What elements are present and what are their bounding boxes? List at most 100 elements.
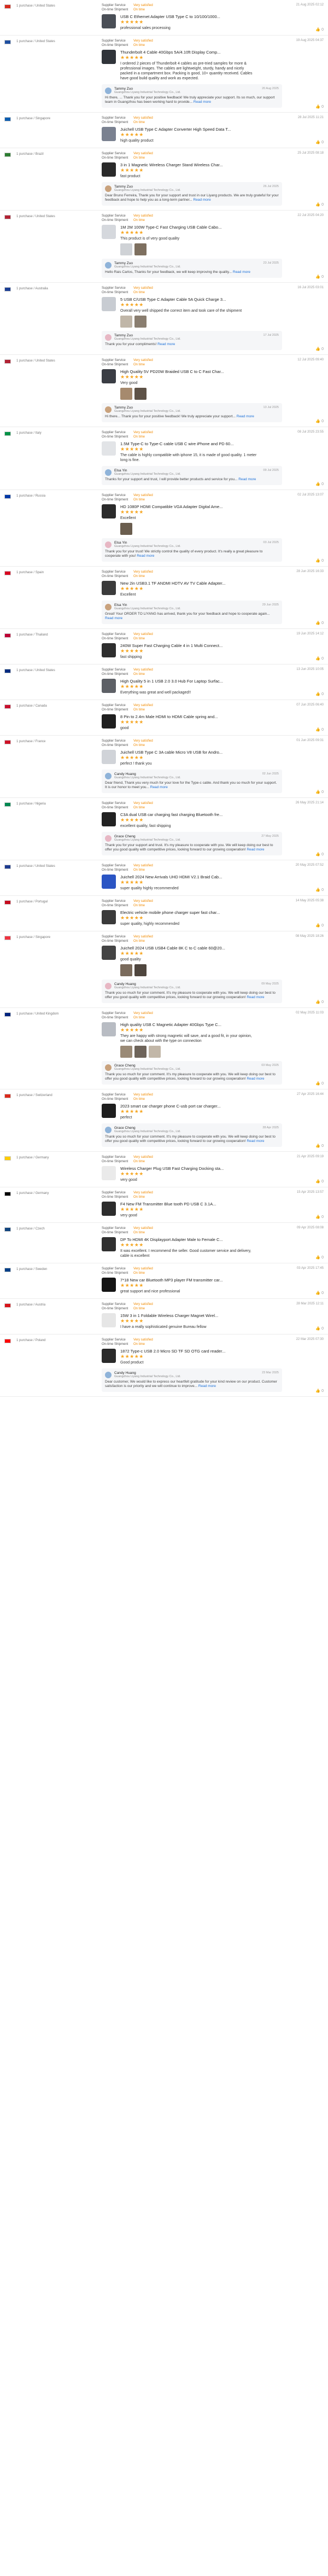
thumbs-up-icon[interactable]: 👍	[315, 1144, 321, 1148]
product-thumbnail[interactable]	[102, 50, 116, 64]
product-title-link[interactable]: High Quality 5 in 1 USB 2.0 3.0 Hub For …	[120, 679, 246, 684]
product-title-link[interactable]: High Quality 5V PD20W Braided USB C to C…	[120, 369, 246, 374]
product-thumbnail[interactable]	[102, 441, 116, 456]
product-thumbnail[interactable]	[102, 750, 116, 764]
helpful-count[interactable]: 👍 0	[315, 727, 324, 732]
thumbs-up-icon[interactable]: 👍	[315, 1180, 321, 1184]
thumbs-up-icon[interactable]: 👍	[315, 1082, 321, 1086]
review-photo[interactable]	[120, 316, 132, 328]
helpful-count[interactable]: 👍 0	[315, 419, 324, 423]
helpful-count[interactable]: 👍 0	[315, 852, 324, 856]
product-thumbnail[interactable]	[102, 1166, 116, 1180]
product-thumbnail[interactable]	[102, 14, 116, 28]
thumbs-up-icon[interactable]: 👍	[315, 105, 321, 109]
review-photo[interactable]	[120, 388, 132, 400]
thumbs-up-icon[interactable]: 👍	[315, 1389, 321, 1393]
read-more-link[interactable]: Read more	[194, 198, 211, 202]
product-title-link[interactable]: 5 USB C/USB Type C Adapter Cable 5A Quic…	[120, 297, 246, 302]
product-title-link[interactable]: 2023 smart car charger phone C-usb port …	[120, 1104, 246, 1109]
helpful-count[interactable]: 👍 0	[315, 1255, 324, 1260]
review-photo[interactable]	[120, 964, 132, 976]
product-thumbnail[interactable]	[102, 127, 116, 141]
thumbs-up-icon[interactable]: 👍	[315, 482, 321, 486]
thumbs-up-icon[interactable]: 👍	[315, 692, 321, 696]
product-thumbnail[interactable]	[102, 812, 116, 826]
helpful-count[interactable]: 👍 0	[315, 1081, 324, 1086]
product-title-link[interactable]: C3A dual USB car charging fast charging …	[120, 812, 246, 817]
helpful-count[interactable]: 👍 0	[315, 1215, 324, 1219]
product-title-link[interactable]: Juichell USB Type C Adapter Converter Hi…	[120, 127, 246, 132]
review-photo[interactable]	[134, 1046, 147, 1058]
product-title-link[interactable]: Electric vehicle mobile phone charger su…	[120, 910, 246, 915]
helpful-count[interactable]: 👍 0	[315, 1389, 324, 1393]
review-photo[interactable]	[134, 316, 147, 328]
read-more-link[interactable]: Read more	[194, 100, 211, 104]
thumbs-up-icon[interactable]: 👍	[315, 1215, 321, 1219]
read-more-link[interactable]: Read more	[247, 1139, 264, 1143]
product-title-link[interactable]: 7*18 New car Bluetooth MP3 player FM tra…	[120, 1278, 246, 1283]
thumbs-up-icon[interactable]: 👍	[315, 1256, 321, 1260]
helpful-count[interactable]: 👍 0	[315, 1326, 324, 1331]
product-thumbnail[interactable]	[102, 875, 116, 889]
helpful-count[interactable]: 👍 0	[315, 104, 324, 109]
helpful-count[interactable]: 👍 0	[315, 656, 324, 661]
product-title-link[interactable]: High quality USB C Magnetic Adapter 40Gb…	[120, 1022, 246, 1027]
read-more-link[interactable]: Read more	[233, 270, 250, 274]
helpful-count[interactable]: 👍 0	[315, 692, 324, 696]
read-more-link[interactable]: Read more	[237, 415, 254, 418]
helpful-count[interactable]: 👍 0	[315, 1144, 324, 1148]
thumbs-up-icon[interactable]: 👍	[315, 888, 321, 892]
product-title-link[interactable]: 8 Pin to 2.4m Male HDMI to HDMI Cable sp…	[120, 714, 246, 719]
thumbs-up-icon[interactable]: 👍	[315, 419, 321, 423]
product-title-link[interactable]: Thunderbolt 4 Cable 40Gbps 5A/4.10ft Dis…	[120, 50, 246, 55]
product-thumbnail[interactable]	[102, 1278, 116, 1292]
review-photo[interactable]	[120, 523, 132, 535]
helpful-count[interactable]: 👍 0	[315, 558, 324, 563]
product-title-link[interactable]: 15W 3 in 1 Foldable Wireless Charger Mag…	[120, 1313, 246, 1318]
thumbs-up-icon[interactable]: 👍	[315, 728, 321, 732]
thumbs-up-icon[interactable]: 👍	[315, 559, 321, 563]
product-title-link[interactable]: Juichell 2024 New Arrivals UHD HDMI V2.1…	[120, 875, 246, 879]
helpful-count[interactable]: 👍 0	[315, 790, 324, 794]
helpful-count[interactable]: 👍 0	[315, 347, 324, 351]
product-thumbnail[interactable]	[102, 504, 116, 518]
review-photo[interactable]	[149, 1046, 161, 1058]
product-thumbnail[interactable]	[102, 910, 116, 924]
product-thumbnail[interactable]	[102, 369, 116, 383]
thumbs-up-icon[interactable]: 👍	[315, 1000, 321, 1004]
product-thumbnail[interactable]	[102, 162, 116, 177]
thumbs-up-icon[interactable]: 👍	[315, 853, 321, 856]
product-thumbnail[interactable]	[102, 714, 116, 728]
thumbs-up-icon[interactable]: 👍	[315, 141, 321, 144]
thumbs-up-icon[interactable]: 👍	[315, 28, 321, 32]
product-thumbnail[interactable]	[102, 1349, 116, 1363]
product-title-link[interactable]: F4 New FM Transmitter Blue tooth PD USB …	[120, 1202, 246, 1207]
product-title-link[interactable]: USB C Ethernet Adapter USB Type C to 10/…	[120, 14, 246, 19]
review-photo[interactable]	[134, 388, 147, 400]
product-thumbnail[interactable]	[102, 297, 116, 311]
product-thumbnail[interactable]	[102, 1104, 116, 1118]
helpful-count[interactable]: 👍 0	[315, 27, 324, 32]
product-title-link[interactable]: New 2in USB3.1 TF ANDMI HDTV AV TV Cable…	[120, 581, 246, 586]
helpful-count[interactable]: 👍 0	[315, 1291, 324, 1295]
product-thumbnail[interactable]	[102, 1237, 116, 1251]
product-thumbnail[interactable]	[102, 225, 116, 239]
read-more-link[interactable]: Read more	[247, 848, 264, 852]
read-more-link[interactable]: Read more	[137, 554, 154, 558]
read-more-link[interactable]: Read more	[247, 995, 264, 999]
read-more-link[interactable]: Read more	[150, 785, 168, 789]
product-thumbnail[interactable]	[102, 581, 116, 595]
helpful-count[interactable]: 👍 0	[315, 621, 324, 625]
product-thumbnail[interactable]	[102, 1202, 116, 1216]
read-more-link[interactable]: Read more	[157, 342, 175, 346]
product-thumbnail[interactable]	[102, 643, 116, 657]
review-photo[interactable]	[120, 243, 132, 255]
helpful-count[interactable]: 👍 0	[315, 482, 324, 486]
helpful-count[interactable]: 👍 0	[315, 202, 324, 207]
helpful-count[interactable]: 👍 0	[315, 140, 324, 144]
helpful-count[interactable]: 👍 0	[315, 275, 324, 279]
read-more-link[interactable]: Read more	[198, 1384, 216, 1388]
thumbs-up-icon[interactable]: 👍	[315, 1291, 321, 1295]
review-photo[interactable]	[134, 243, 147, 255]
thumbs-up-icon[interactable]: 👍	[315, 657, 321, 661]
